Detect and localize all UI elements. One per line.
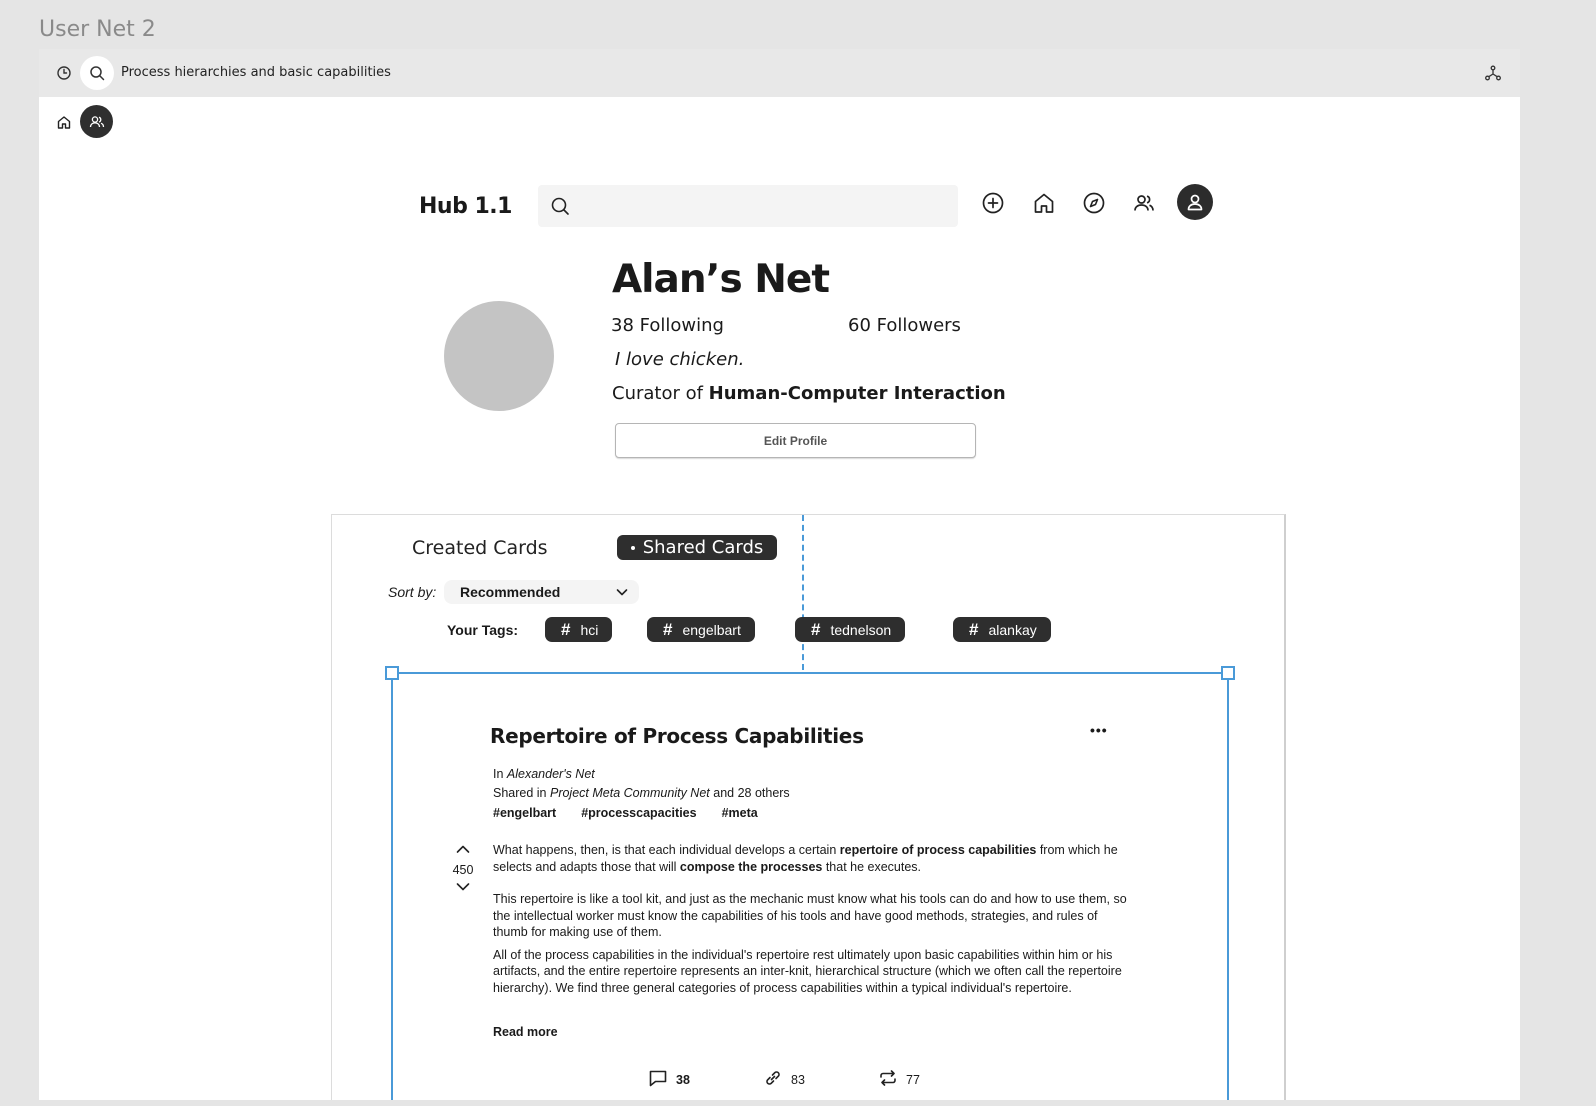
hashtag[interactable]: #processcapacities [581,806,696,820]
hashtag[interactable]: #engelbart [493,806,556,820]
people-icon[interactable] [80,105,113,138]
tag-chip[interactable]: # engelbart [647,617,755,642]
chevron-down-icon [615,585,629,604]
repost-count: 77 [906,1072,920,1087]
card-stats: 38 83 77 [648,1069,993,1090]
search-icon [550,196,570,221]
edit-profile-button[interactable]: Edit Profile [615,423,976,458]
more-icon[interactable]: ••• [1090,722,1108,738]
tags-label: Your Tags: [447,622,519,638]
cards-panel: Created Cards Shared Cards Sort by: Reco… [331,514,1286,1100]
profile-name: Alan’s Net [612,257,830,302]
link-count: 83 [791,1072,805,1087]
sort-dropdown[interactable]: Recommended [444,580,639,604]
hash-icon: # [969,619,979,639]
read-more-link[interactable]: Read more [493,1025,558,1039]
home-icon[interactable] [49,107,79,137]
hash-icon: # [663,619,673,639]
reposts-stat[interactable]: 77 [878,1069,993,1090]
sort-label: Sort by: [388,584,437,600]
comment-icon [648,1069,668,1090]
tab-shared-cards[interactable]: Shared Cards [617,535,777,560]
vote-control: 450 [448,842,478,898]
explore-compass-icon[interactable] [1076,185,1112,221]
in-prefix: In [493,767,507,781]
tag-label: hci [580,621,599,638]
hub-logo[interactable]: Hub 1.1 [419,194,512,219]
tag-label: alankay [988,621,1037,638]
hash-icon: # [811,619,821,639]
shared-prefix: Shared in [493,786,550,800]
card-shared-in: Shared in Project Meta Community Net and… [493,786,790,800]
sort-value: Recommended [460,584,561,600]
following-count[interactable]: 38 Following [611,315,724,336]
card[interactable]: Repertoire of Process Capabilities ••• I… [385,666,1235,1100]
card-paragraph: All of the process capabilities in the i… [493,947,1122,995]
network-icon[interactable] [1476,56,1510,90]
links-stat[interactable]: 83 [763,1069,878,1090]
comments-stat[interactable]: 38 [648,1069,763,1090]
link-icon [763,1069,783,1090]
resize-handle[interactable] [1221,666,1235,680]
card-paragraph: This repertoire is like a tool kit, and … [493,892,1127,939]
repost-icon [878,1069,898,1090]
tag-chip[interactable]: # alankay [953,617,1051,642]
path-text[interactable]: Process hierarchies and basic capabiliti… [121,65,391,80]
tag-label: engelbart [682,621,741,638]
tab-shared-label: Shared Cards [642,537,764,558]
avatar [444,301,554,411]
tab-created-cards[interactable]: Created Cards [412,537,548,559]
add-icon[interactable] [975,185,1011,221]
card-title[interactable]: Repertoire of Process Capabilities [490,724,864,748]
active-dot [630,545,635,550]
shared-suffix[interactable]: and 28 others [710,786,789,800]
tag-chip[interactable]: # hci [545,617,613,642]
canvas: Hub 1.1 Alan’s Net 38 Following 60 Follo… [39,97,1520,1100]
vote-count: 450 [452,863,474,877]
curator-prefix: Curator of [612,383,709,404]
upvote-icon[interactable] [448,842,478,860]
people-icon[interactable] [1126,185,1162,221]
card-body: What happens, then, is that each individ… [493,842,1133,1012]
shared-net-link[interactable]: Project Meta Community Net [550,786,710,800]
guide-line [802,515,804,670]
hashtag[interactable]: #meta [722,806,758,820]
history-clock-icon[interactable] [47,56,81,90]
card-in-net: In Alexander's Net [493,767,595,781]
tag-chip[interactable]: # tednelson [795,617,906,642]
window-title: User Net 2 [39,17,156,42]
downvote-icon[interactable] [448,880,478,898]
comment-count: 38 [676,1072,690,1087]
hash-icon: # [561,619,571,639]
resize-handle[interactable] [385,666,399,680]
followers-count[interactable]: 60 Followers [848,315,961,336]
home-icon[interactable] [1026,185,1062,221]
curator-line: Curator of Human-Computer Interaction [612,383,1006,404]
profile-icon[interactable] [1177,184,1213,220]
profile-bio: I love chicken. [615,349,745,370]
card-paragraph: What happens, then, is that each individ… [493,843,1118,874]
curator-topic[interactable]: Human-Computer Interaction [709,383,1006,404]
hub-search-input[interactable] [538,185,958,227]
search-icon[interactable] [80,56,114,90]
card-hashtags: #engelbart #processcapacities #meta [493,806,758,820]
top-toolbar: Process hierarchies and basic capabiliti… [39,49,1520,97]
tag-label: tednelson [830,621,892,638]
in-net-link[interactable]: Alexander's Net [507,767,595,781]
